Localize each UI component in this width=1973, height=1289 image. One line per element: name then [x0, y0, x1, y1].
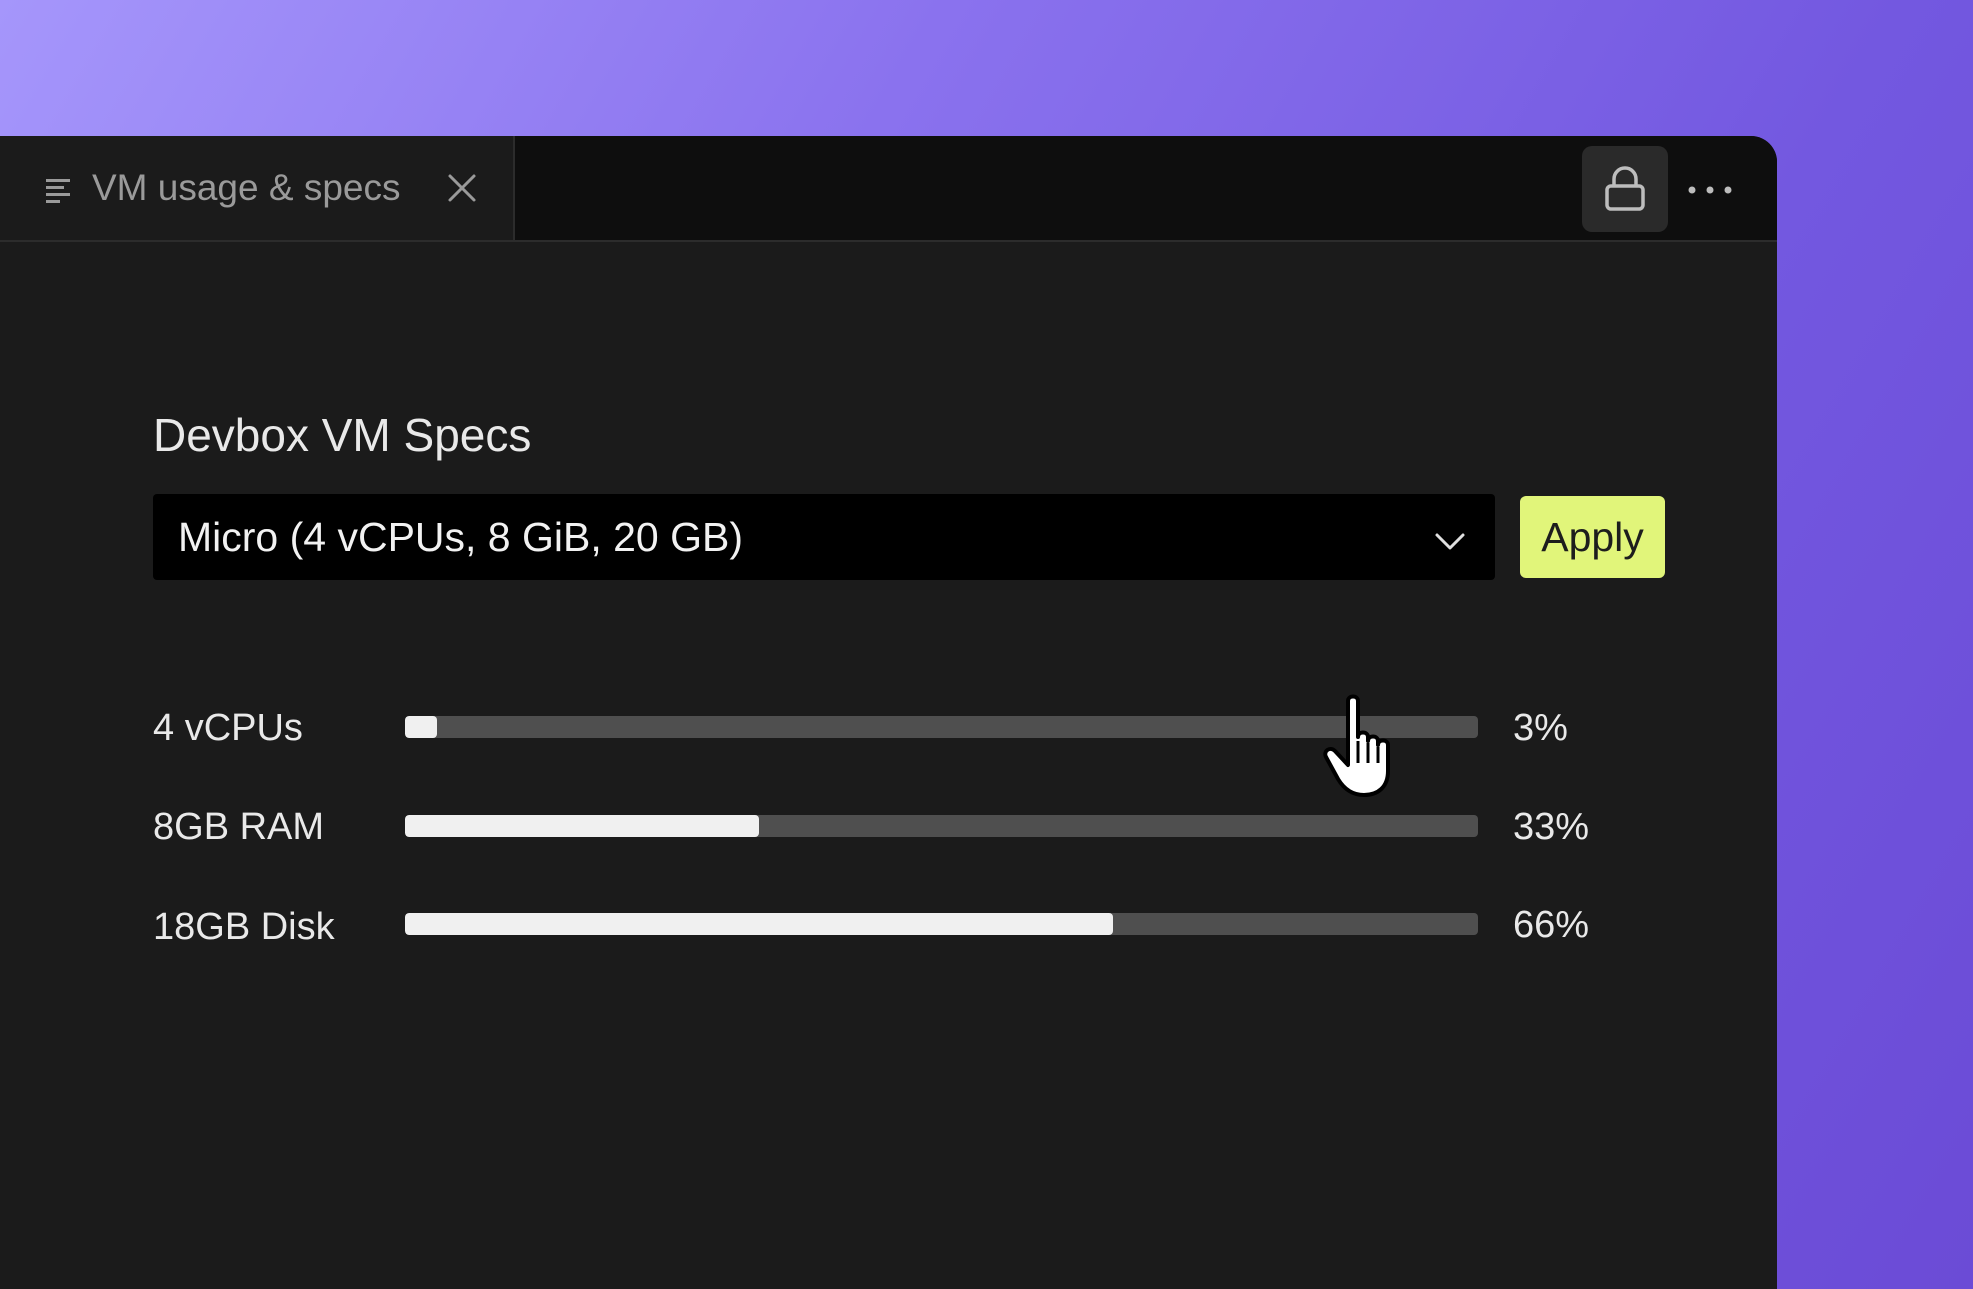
metric-value-cpu: 3%: [1513, 707, 1568, 749]
usage-bar-disk: [405, 913, 1478, 935]
usage-bar-cpu: [405, 716, 1478, 738]
usage-bar-fill: [405, 815, 760, 837]
more-horizontal-icon: [1688, 186, 1732, 194]
chevron-down-icon: [1433, 524, 1467, 558]
metric-label-cpu: 4 vCPUs: [153, 707, 303, 749]
apply-button[interactable]: Apply: [1520, 496, 1665, 578]
vm-spec-select[interactable]: Micro (4 vCPUs, 8 GiB, 20 GB): [153, 494, 1495, 580]
close-icon[interactable]: [446, 172, 478, 204]
metric-value-ram: 33%: [1513, 806, 1590, 848]
metric-label-ram: 8GB RAM: [153, 806, 325, 848]
more-options-button[interactable]: [1686, 166, 1734, 214]
tab-vm-usage[interactable]: VM usage & specs: [0, 136, 515, 240]
lock-icon: [1605, 166, 1645, 211]
section-title: Devbox VM Specs: [153, 409, 532, 461]
usage-bar-fill: [405, 716, 438, 738]
usage-bar-ram: [405, 815, 1478, 837]
usage-bar-fill: [405, 913, 1114, 935]
hand-cursor-icon: [1323, 694, 1390, 797]
metric-label-disk: 18GB Disk: [153, 906, 335, 948]
title-bar: VM usage & specs: [0, 136, 1777, 242]
select-value: Micro (4 vCPUs, 8 GiB, 20 GB): [178, 514, 744, 560]
metric-value-disk: 66%: [1513, 904, 1590, 946]
list-icon: [46, 176, 74, 204]
vm-usage-window: VM usage & specs Devbox VM Specs Micro (…: [0, 136, 1777, 1289]
lock-button[interactable]: [1582, 146, 1668, 232]
tab-label: VM usage & specs: [92, 167, 401, 208]
